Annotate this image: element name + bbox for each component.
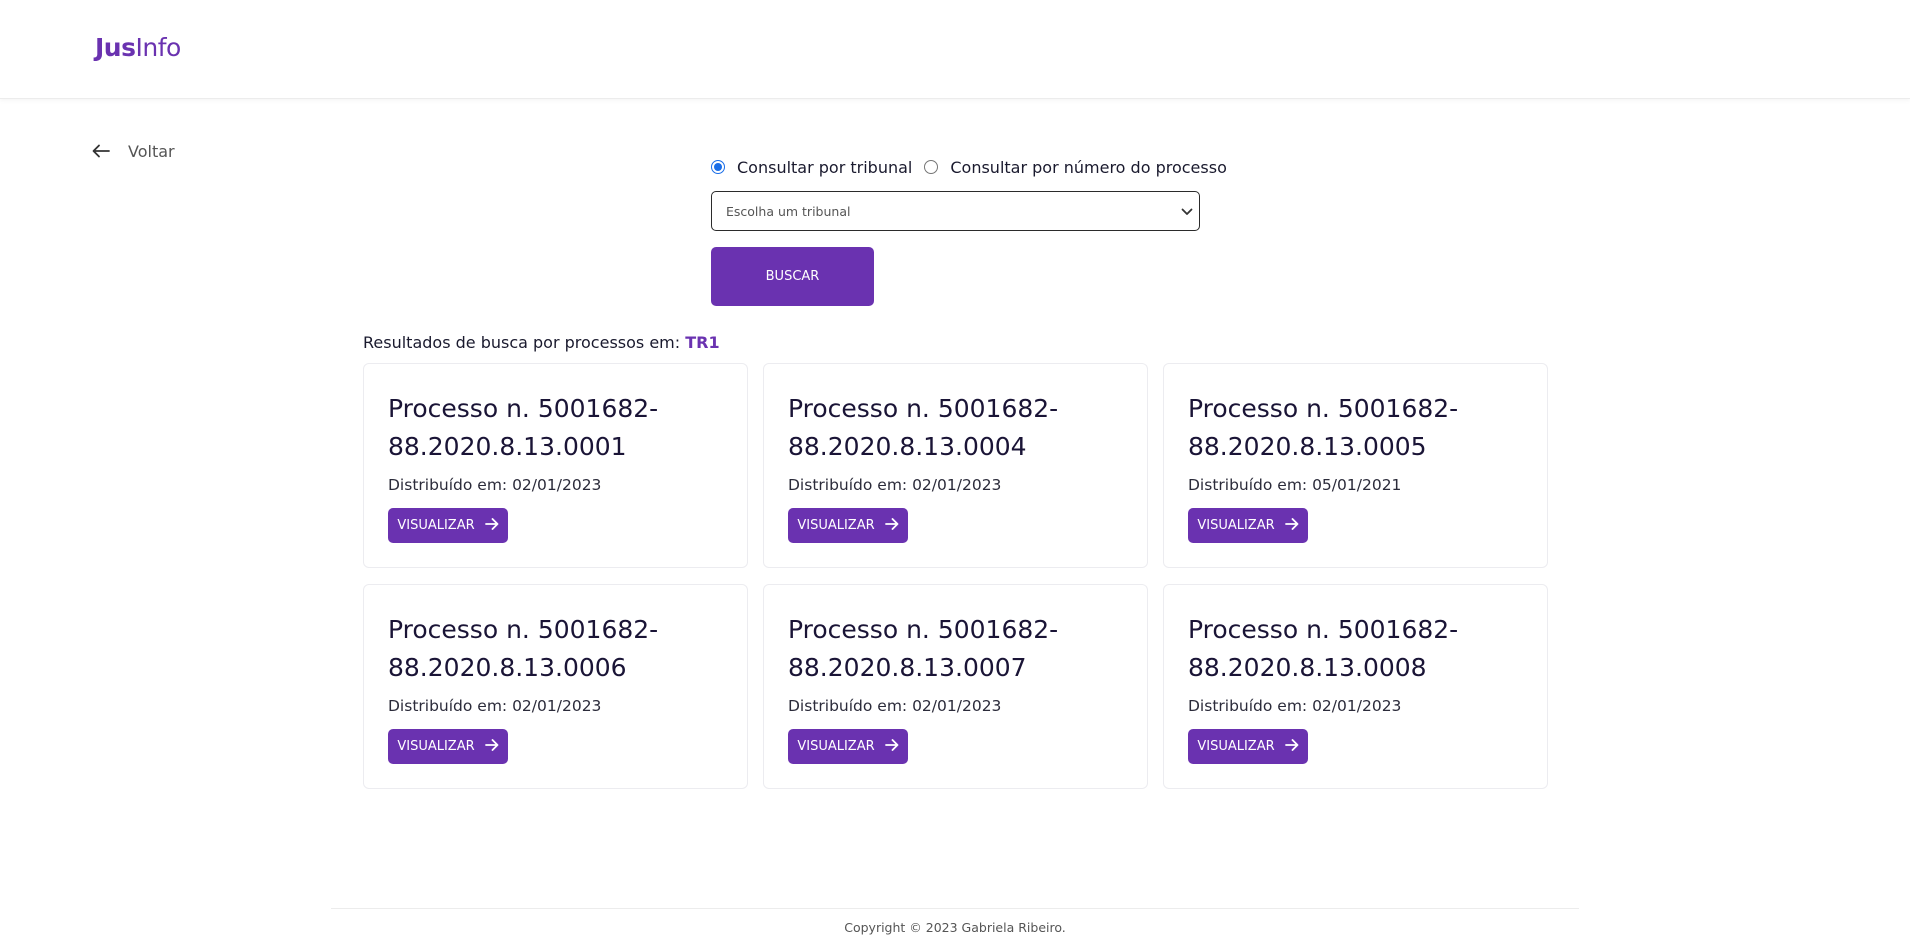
arrow-left-icon — [92, 144, 110, 158]
process-date: Distribuído em: 02/01/2023 — [388, 697, 602, 715]
process-title: Processo n. 5001682- 88.2020.8.13.0005 — [1188, 390, 1523, 466]
view-button[interactable]: VISUALIZAR — [388, 729, 508, 764]
view-button[interactable]: VISUALIZAR — [388, 508, 508, 543]
arrow-right-icon — [484, 738, 499, 755]
view-button[interactable]: VISUALIZAR — [788, 729, 908, 764]
top-header: JusInfo — [0, 0, 1910, 99]
arrow-right-icon — [884, 738, 899, 755]
chevron-down-icon — [1181, 204, 1193, 219]
process-title: Processo n. 5001682- 88.2020.8.13.0006 — [388, 611, 723, 687]
process-title-line-1: Processo n. 5001682- — [788, 615, 1059, 644]
footer-divider — [331, 908, 1579, 909]
process-title-line-2: 88.2020.8.13.0006 — [388, 653, 627, 682]
search-mode-radios: Consultar por tribunal Consultar por núm… — [711, 156, 1227, 178]
process-card: Processo n. 5001682- 88.2020.8.13.0008 Di… — [1163, 584, 1548, 789]
process-title: Processo n. 5001682- 88.2020.8.13.0007 — [788, 611, 1123, 687]
arrow-right-icon — [484, 517, 499, 534]
process-title-line-2: 88.2020.8.13.0005 — [1188, 432, 1427, 461]
results-title-prefix: Resultados de busca por processos em: — [363, 333, 686, 352]
arrow-right-icon — [884, 517, 899, 534]
view-button-label: VISUALIZAR — [1197, 518, 1275, 533]
process-title-line-1: Processo n. 5001682- — [1188, 615, 1459, 644]
view-button-label: VISUALIZAR — [797, 518, 875, 533]
process-card: Processo n. 5001682- 88.2020.8.13.0007 Di… — [763, 584, 1148, 789]
process-date: Distribuído em: 02/01/2023 — [788, 476, 1002, 494]
process-card: Processo n. 5001682- 88.2020.8.13.0004 Di… — [763, 363, 1148, 568]
view-button[interactable]: VISUALIZAR — [788, 508, 908, 543]
arrow-right-icon — [1284, 517, 1299, 534]
process-title-line-2: 88.2020.8.13.0001 — [388, 432, 627, 461]
process-date: Distribuído em: 02/01/2023 — [1188, 697, 1402, 715]
logo-bold-text: Jus — [95, 33, 136, 62]
court-select-value: Escolha um tribunal — [726, 203, 851, 219]
results-court: TR1 — [685, 333, 720, 352]
footer-copyright: Copyright © 2023 Gabriela Ribeiro. — [844, 920, 1066, 935]
process-title: Processo n. 5001682- 88.2020.8.13.0001 — [388, 390, 723, 466]
process-card: Processo n. 5001682- 88.2020.8.13.0006 Di… — [363, 584, 748, 789]
process-title-line-2: 88.2020.8.13.0008 — [1188, 653, 1427, 682]
view-button-label: VISUALIZAR — [397, 739, 475, 754]
process-date: Distribuído em: 02/01/2023 — [788, 697, 1002, 715]
process-title-line-1: Processo n. 5001682- — [388, 615, 659, 644]
court-select[interactable]: Escolha um tribunal — [711, 191, 1200, 231]
view-button[interactable]: VISUALIZAR — [1188, 508, 1308, 543]
back-link[interactable]: Voltar — [92, 140, 175, 162]
view-button-label: VISUALIZAR — [397, 518, 475, 533]
logo[interactable]: JusInfo — [95, 33, 181, 62]
process-title-line-2: 88.2020.8.13.0007 — [788, 653, 1027, 682]
process-card: Processo n. 5001682- 88.2020.8.13.0001 Di… — [363, 363, 748, 568]
process-title-line-1: Processo n. 5001682- — [388, 394, 659, 423]
process-title-line-2: 88.2020.8.13.0004 — [788, 432, 1027, 461]
radio-by-process-number-label[interactable]: Consultar por número do processo — [950, 158, 1227, 177]
search-button[interactable]: BUSCAR — [711, 247, 874, 306]
process-title-line-1: Processo n. 5001682- — [788, 394, 1059, 423]
process-date: Distribuído em: 05/01/2021 — [1188, 476, 1402, 494]
process-title-line-1: Processo n. 5001682- — [1188, 394, 1459, 423]
radio-by-court-label[interactable]: Consultar por tribunal — [737, 158, 912, 177]
process-date: Distribuído em: 02/01/2023 — [388, 476, 602, 494]
process-title: Processo n. 5001682- 88.2020.8.13.0008 — [1188, 611, 1523, 687]
back-label: Voltar — [128, 141, 175, 161]
view-button-label: VISUALIZAR — [797, 739, 875, 754]
radio-by-court[interactable] — [711, 160, 725, 174]
results-grid: Processo n. 5001682- 88.2020.8.13.0001 Di… — [363, 363, 1548, 789]
view-button[interactable]: VISUALIZAR — [1188, 729, 1308, 764]
logo-rest-text: Info — [135, 33, 181, 62]
radio-by-process-number[interactable] — [924, 160, 939, 174]
arrow-right-icon — [1284, 738, 1299, 755]
results-title: Resultados de busca por processos em: TR… — [363, 333, 720, 352]
process-card: Processo n. 5001682- 88.2020.8.13.0005 Di… — [1163, 363, 1548, 568]
search-form: Consultar por tribunal Consultar por núm… — [711, 156, 1227, 306]
view-button-label: VISUALIZAR — [1197, 739, 1275, 754]
process-title: Processo n. 5001682- 88.2020.8.13.0004 — [788, 390, 1123, 466]
